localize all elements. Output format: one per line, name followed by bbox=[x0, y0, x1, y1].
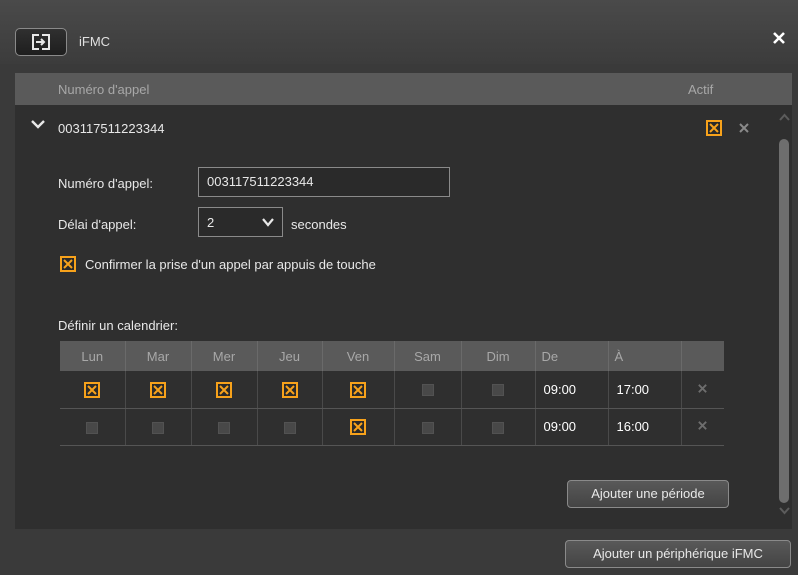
delete-cell bbox=[681, 408, 724, 446]
chevron-down-icon bbox=[262, 218, 274, 227]
day-checkbox[interactable] bbox=[150, 381, 166, 398]
time-from[interactable]: 09:00 bbox=[535, 408, 609, 446]
list-header: Numéro d'appel Actif bbox=[15, 73, 792, 105]
ifmc-window: iFMC Numéro d'appel Actif 00311751122334… bbox=[0, 0, 798, 575]
day-checkbox[interactable] bbox=[492, 384, 504, 397]
checkmark-x-icon bbox=[87, 384, 97, 395]
add-device-button[interactable]: Ajouter un périphérique iFMC bbox=[565, 540, 791, 568]
device-row[interactable]: 003117511223344 bbox=[15, 105, 775, 139]
day-checkbox[interactable] bbox=[218, 421, 230, 434]
scroll-thumb[interactable] bbox=[779, 139, 789, 503]
schedule-table: Lun Mar Mer Jeu Ven Sam Dim De À 09:00 17… bbox=[60, 341, 724, 446]
day-cell bbox=[394, 371, 462, 409]
schedule-row: 09:00 17:00 bbox=[60, 371, 724, 409]
day-checkbox[interactable] bbox=[283, 421, 296, 434]
day-checkbox[interactable] bbox=[152, 421, 164, 434]
col-jeu: Jeu bbox=[257, 341, 323, 371]
col-mer: Mer bbox=[191, 341, 258, 371]
day-checkbox[interactable] bbox=[216, 381, 232, 398]
day-cell bbox=[257, 408, 323, 446]
checkmark-x-icon bbox=[284, 384, 295, 395]
col-from: De bbox=[535, 341, 609, 371]
day-cell bbox=[60, 371, 126, 409]
col-mar: Mar bbox=[125, 341, 192, 371]
checkmark-x-icon bbox=[353, 422, 363, 432]
checkmark-x-icon bbox=[219, 384, 229, 395]
delay-select[interactable]: 2 bbox=[198, 207, 283, 237]
day-cell bbox=[322, 371, 395, 409]
day-cell bbox=[125, 408, 192, 446]
col-to: À bbox=[608, 341, 682, 371]
day-cell bbox=[461, 371, 536, 409]
delete-cell bbox=[681, 371, 724, 409]
checkmark-x-icon bbox=[709, 123, 719, 133]
confirm-checkbox[interactable] bbox=[60, 256, 76, 272]
day-checkbox[interactable] bbox=[350, 381, 366, 398]
day-cell bbox=[322, 408, 395, 446]
app-menu-button[interactable] bbox=[15, 28, 67, 56]
chevron-down-icon[interactable] bbox=[31, 119, 45, 129]
delete-device-icon[interactable] bbox=[738, 122, 750, 134]
schedule-row: 09:00 16:00 bbox=[60, 408, 724, 446]
delete-period-icon[interactable] bbox=[697, 420, 708, 431]
scrollbar[interactable] bbox=[777, 109, 792, 523]
schedule-header-row: Lun Mar Mer Jeu Ven Sam Dim De À bbox=[60, 341, 724, 371]
day-checkbox[interactable] bbox=[281, 381, 298, 398]
window-title: iFMC bbox=[79, 34, 111, 49]
time-to[interactable]: 17:00 bbox=[608, 371, 682, 409]
day-checkbox[interactable] bbox=[84, 381, 101, 398]
number-label: Numéro d'appel: bbox=[58, 176, 153, 191]
chevron-up-icon[interactable] bbox=[779, 113, 790, 121]
day-checkbox[interactable] bbox=[492, 421, 504, 434]
delay-value: 2 bbox=[207, 215, 215, 230]
col-dim: Dim bbox=[461, 341, 536, 371]
delay-label: Délai d'appel: bbox=[58, 217, 137, 232]
col-lun: Lun bbox=[60, 341, 126, 371]
day-cell bbox=[125, 371, 192, 409]
devices-panel: Numéro d'appel Actif 003117511223344 Num… bbox=[15, 73, 792, 529]
delay-unit: secondes bbox=[291, 217, 347, 232]
time-to[interactable]: 16:00 bbox=[608, 408, 682, 446]
header-number: Numéro d'appel bbox=[58, 82, 150, 97]
chevron-down-icon[interactable] bbox=[779, 507, 790, 515]
schedule-body: 09:00 17:00 09:00 16:00 bbox=[60, 371, 724, 446]
active-checkbox[interactable] bbox=[706, 120, 722, 136]
title-bar: iFMC bbox=[0, 0, 798, 64]
day-cell bbox=[191, 408, 258, 446]
col-delete bbox=[681, 341, 724, 371]
header-active: Actif bbox=[688, 82, 714, 97]
footer-bar: Ajouter un périphérique iFMC bbox=[0, 529, 798, 575]
checkmark-x-icon bbox=[63, 259, 73, 269]
col-ven: Ven bbox=[322, 341, 395, 371]
close-icon[interactable] bbox=[771, 30, 787, 46]
calendar-label: Définir un calendrier: bbox=[58, 318, 178, 333]
day-cell bbox=[394, 408, 462, 446]
number-input[interactable]: 003117511223344 bbox=[198, 167, 450, 197]
day-checkbox[interactable] bbox=[421, 384, 434, 397]
day-checkbox[interactable] bbox=[421, 421, 434, 434]
import-icon bbox=[32, 34, 50, 50]
delete-period-icon[interactable] bbox=[697, 383, 708, 394]
day-cell bbox=[191, 371, 258, 409]
checkmark-x-icon bbox=[153, 384, 163, 395]
day-cell bbox=[60, 408, 126, 446]
day-cell bbox=[461, 408, 536, 446]
time-from[interactable]: 09:00 bbox=[535, 371, 609, 409]
col-sam: Sam bbox=[394, 341, 462, 371]
checkmark-x-icon bbox=[353, 384, 363, 395]
day-cell bbox=[257, 371, 323, 409]
day-checkbox[interactable] bbox=[350, 418, 366, 435]
add-period-button[interactable]: Ajouter une période bbox=[567, 480, 729, 508]
device-number: 003117511223344 bbox=[58, 121, 165, 136]
day-checkbox[interactable] bbox=[86, 421, 99, 434]
confirm-label: Confirmer la prise d'un appel par appuis… bbox=[85, 257, 376, 272]
